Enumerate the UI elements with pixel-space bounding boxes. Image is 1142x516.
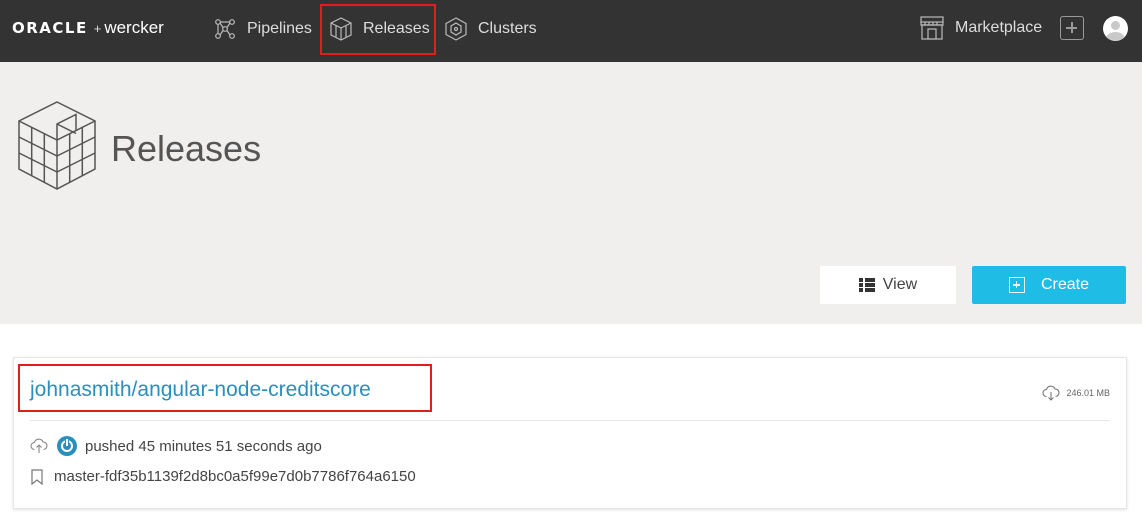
repo-highlight-box: [18, 364, 432, 412]
page-title: Releases: [111, 128, 262, 169]
view-button-label: View: [882, 276, 918, 293]
oracle-wordmark: ORACLE: [12, 19, 88, 37]
brand-plus: +: [93, 21, 102, 36]
create-button-label: Create: [1040, 276, 1090, 293]
user-avatar[interactable]: [1103, 16, 1128, 41]
card-divider: [30, 420, 1110, 421]
nav-clusters[interactable]: Clusters: [444, 12, 537, 46]
image-size: 246.01 MB: [1042, 385, 1110, 401]
marketplace-icon: [920, 16, 944, 40]
releases-highlight-box: [320, 4, 436, 55]
nav-clusters-label: Clusters: [478, 20, 537, 37]
view-button[interactable]: View: [820, 266, 956, 304]
release-card: johnasmith/angular-node-creditscore 246.…: [13, 357, 1127, 509]
nav-marketplace[interactable]: Marketplace: [919, 12, 1042, 44]
power-icon: [57, 436, 77, 456]
push-info: pushed 45 minutes 51 seconds ago: [30, 436, 322, 456]
list-view-icon: [858, 278, 875, 292]
add-plus-button[interactable]: [1060, 16, 1084, 40]
cloud-download-icon: [1042, 385, 1061, 401]
pipelines-icon: [215, 19, 235, 39]
push-time-text: pushed 45 minutes 51 seconds ago: [85, 437, 322, 455]
tag-info: master-fdf35b1139f2d8bc0a5f99e7d0b7786f7…: [30, 468, 416, 485]
nav-marketplace-label: Marketplace: [955, 19, 1043, 36]
tag-text: master-fdf35b1139f2d8bc0a5f99e7d0b7786f7…: [54, 468, 416, 485]
bookmark-icon: [31, 468, 43, 485]
plus-square-icon: [1008, 277, 1025, 293]
wercker-wordmark: wercker: [104, 18, 164, 37]
nav-pipelines[interactable]: Pipelines: [213, 12, 312, 46]
releases-cube-icon: [18, 101, 96, 190]
brand-logo[interactable]: ORACLE + wercker: [12, 18, 164, 38]
cloud-upload-icon: [30, 438, 48, 453]
clusters-icon: [445, 17, 467, 41]
image-size-value: 246.01 MB: [1066, 388, 1110, 398]
top-nav: ORACLE + wercker Pipelines Releases Clus…: [0, 0, 1142, 62]
nav-pipelines-label: Pipelines: [247, 20, 312, 37]
create-button[interactable]: Create: [972, 266, 1126, 304]
